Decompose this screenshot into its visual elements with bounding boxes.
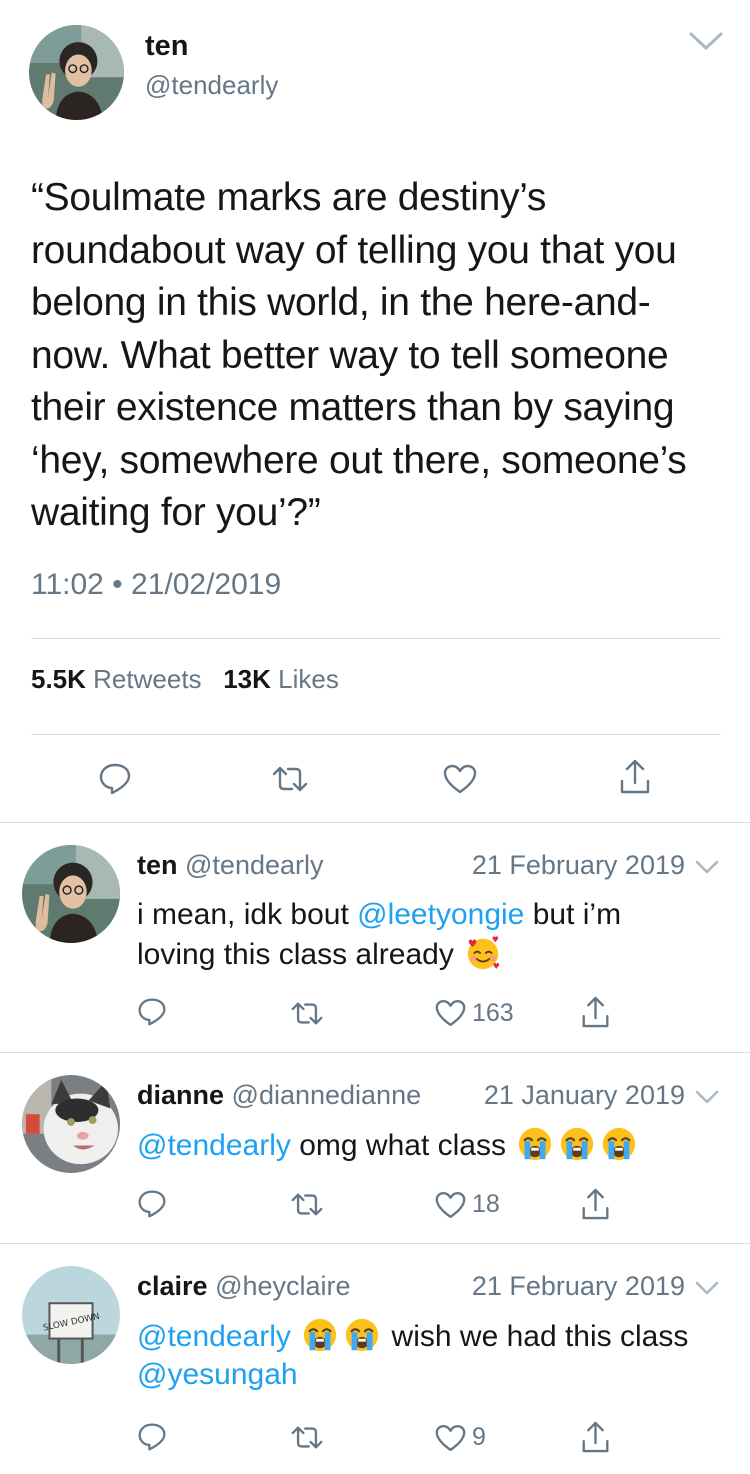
tweet-stats: 5.5K Retweets 13K Likes xyxy=(31,664,339,695)
mention-link[interactable]: @leetyongie xyxy=(357,898,524,931)
reply-tweet: ten @tendearly 21 February 2019 i mean, … xyxy=(0,823,750,1053)
avatar[interactable] xyxy=(22,845,120,943)
share-icon[interactable] xyxy=(581,1188,610,1221)
mention-link[interactable]: @tendearly xyxy=(137,1320,291,1353)
share-icon[interactable] xyxy=(581,1421,610,1454)
retweets-count: 5.5K xyxy=(31,664,86,694)
reply-tweet: SLOW DOWN claire @heyclaire 21 February … xyxy=(0,1244,750,1474)
reply-handle: @tendearly xyxy=(185,850,324,880)
reply-author[interactable]: ten @tendearly xyxy=(137,850,324,881)
divider xyxy=(31,638,721,639)
mention-link[interactable]: @yesungah xyxy=(137,1358,298,1391)
likes-count: 13K xyxy=(223,664,271,694)
chevron-down-icon[interactable] xyxy=(695,859,719,875)
share-icon[interactable] xyxy=(619,759,651,795)
loudly-crying-face-icon xyxy=(600,1125,638,1163)
share-icon[interactable] xyxy=(581,996,610,1029)
retweet-icon[interactable] xyxy=(270,765,310,793)
reply-text: @tendearly wish we had this class @yesun… xyxy=(137,1316,707,1394)
like-icon[interactable] xyxy=(435,1191,466,1219)
reply-text: i mean, idk bout @leetyongie but i’m lov… xyxy=(137,896,707,974)
reply-name: claire xyxy=(137,1271,208,1301)
reply-text-part: i mean, idk bout xyxy=(137,898,358,931)
reply-date: 21 February 2019 xyxy=(471,1271,685,1301)
tweet-timestamp: 11:02 • 21/02/2019 xyxy=(31,568,282,601)
avatar[interactable] xyxy=(22,1075,120,1173)
retweets-label: Retweets xyxy=(93,664,202,694)
retweets-stat[interactable]: 5.5K Retweets xyxy=(31,664,202,694)
loudly-crying-face-icon xyxy=(343,1316,381,1354)
reply-icon[interactable] xyxy=(137,1189,167,1219)
avatar[interactable]: SLOW DOWN xyxy=(22,1266,120,1364)
reply-author[interactable]: claire @heyclaire xyxy=(137,1271,351,1302)
loudly-crying-face-icon xyxy=(558,1125,596,1163)
like-count: 9 xyxy=(472,1423,486,1451)
like-icon[interactable] xyxy=(435,1424,466,1452)
retweet-icon[interactable] xyxy=(289,1001,325,1026)
avatar[interactable] xyxy=(29,25,124,120)
author-name[interactable]: ten xyxy=(145,30,189,63)
reply-icon[interactable] xyxy=(137,997,167,1027)
reply-tweet: dianne @diannedianne 21 January 2019 @te… xyxy=(0,1053,750,1243)
reply-text-part: omg what class xyxy=(290,1129,506,1162)
chevron-down-icon[interactable] xyxy=(695,1089,719,1105)
smiling-face-with-hearts-icon xyxy=(464,934,502,972)
retweet-icon[interactable] xyxy=(289,1425,325,1450)
mention-link[interactable]: @tendearly xyxy=(137,1129,291,1162)
main-tweet: ten @tendearly “Soulmate marks are desti… xyxy=(0,0,750,823)
reply-text-part: wish we had this class xyxy=(383,1320,689,1353)
loudly-crying-face-icon xyxy=(301,1316,339,1354)
chevron-down-icon[interactable] xyxy=(688,30,724,52)
reply-name: dianne xyxy=(137,1080,225,1110)
loudly-crying-face-icon xyxy=(516,1125,554,1163)
like-icon[interactable] xyxy=(443,764,477,794)
reply-text: @tendearly omg what class xyxy=(137,1125,707,1165)
retweet-icon[interactable] xyxy=(289,1192,325,1217)
likes-stat[interactable]: 13K Likes xyxy=(223,664,339,694)
author-handle[interactable]: @tendearly xyxy=(145,70,278,101)
chevron-down-icon[interactable] xyxy=(695,1280,719,1296)
reply-icon[interactable] xyxy=(137,1422,167,1452)
reply-handle: @heyclaire xyxy=(215,1271,351,1301)
reply-handle: @diannedianne xyxy=(231,1080,422,1110)
reply-date: 21 February 2019 xyxy=(471,850,685,880)
like-icon[interactable] xyxy=(435,999,466,1027)
reply-author[interactable]: dianne @diannedianne xyxy=(137,1080,421,1111)
tweet-text: “Soulmate marks are destiny’s roundabout… xyxy=(31,176,687,534)
reply-date: 21 January 2019 xyxy=(483,1080,685,1110)
like-count: 18 xyxy=(472,1190,500,1218)
divider xyxy=(31,734,721,735)
reply-name: ten xyxy=(137,850,178,880)
reply-icon[interactable] xyxy=(98,762,132,796)
like-count: 163 xyxy=(472,999,514,1027)
likes-label: Likes xyxy=(278,664,339,694)
